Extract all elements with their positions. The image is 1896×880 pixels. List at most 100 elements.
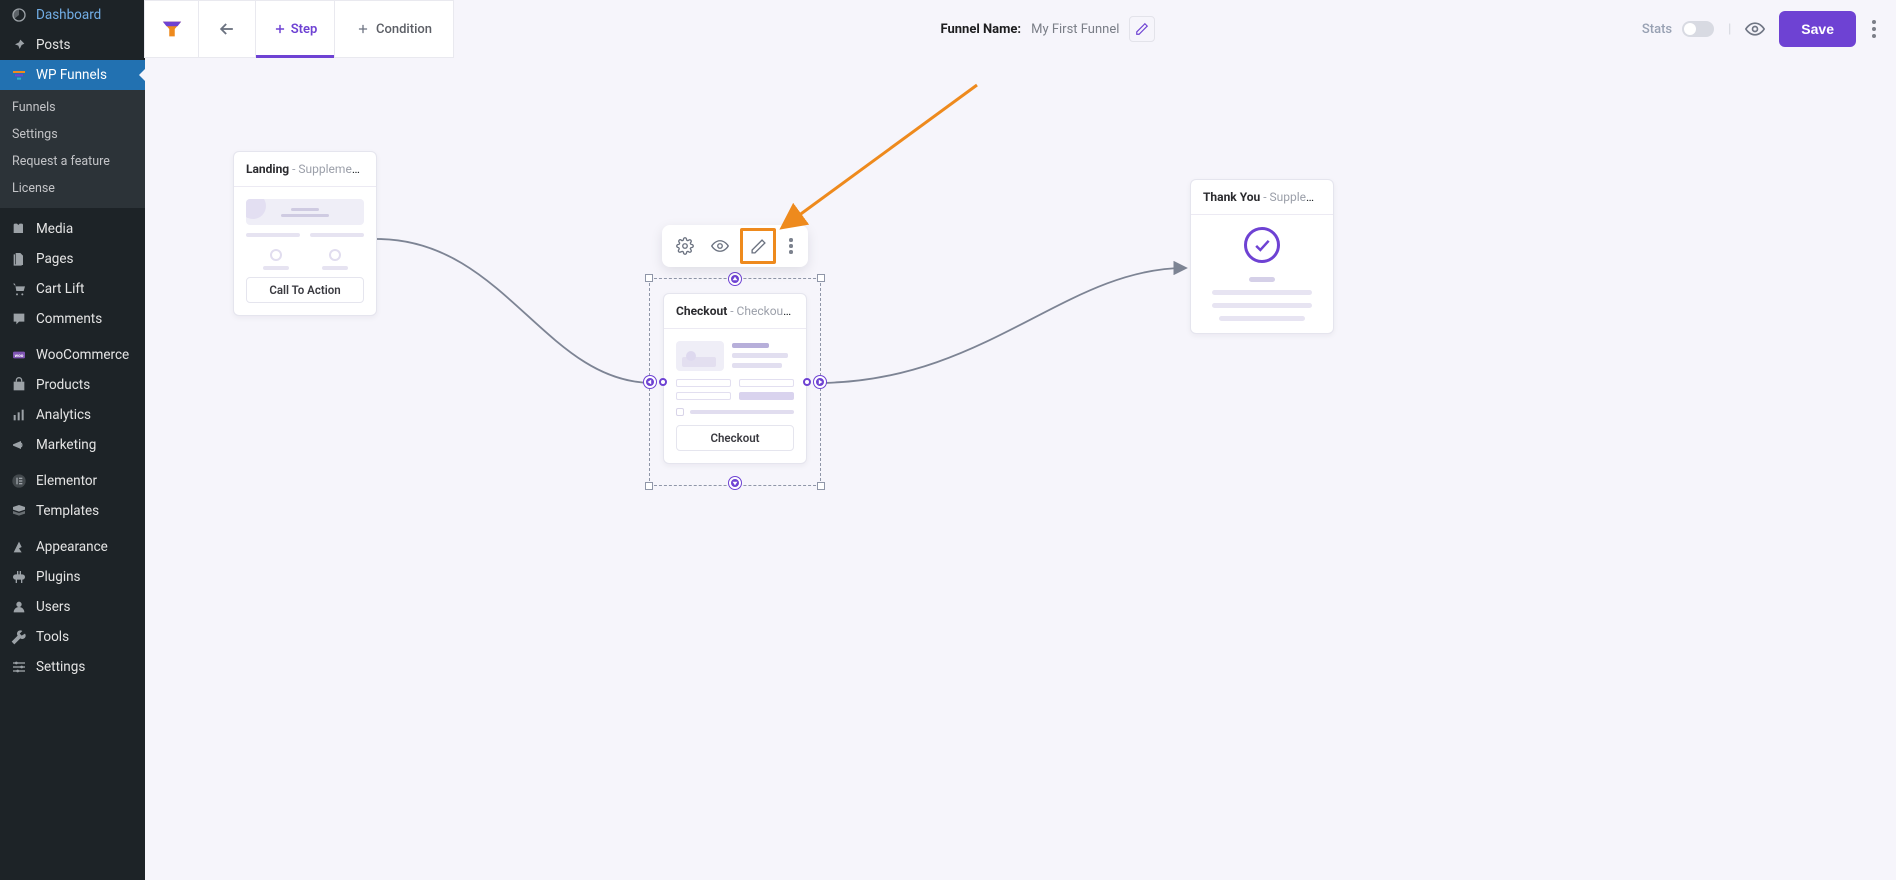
- node-edit-button[interactable]: [740, 228, 776, 264]
- sidebar-item-label: Plugins: [36, 569, 81, 585]
- node-checkout[interactable]: Checkout - Checkout Step Checkout: [663, 293, 807, 464]
- plugins-icon: [10, 569, 28, 585]
- kebab-icon: [789, 238, 793, 254]
- sidebar-item-label: Tools: [36, 629, 69, 645]
- sidebar-item-plugins[interactable]: Plugins: [0, 562, 145, 592]
- stats-toggle-group: Stats: [1642, 21, 1714, 37]
- resize-handle-se[interactable]: [817, 482, 825, 490]
- port-top[interactable]: [729, 273, 741, 285]
- preview-button[interactable]: [1745, 19, 1765, 39]
- back-button[interactable]: [198, 0, 256, 58]
- arrow-left-icon: [217, 19, 237, 39]
- plus-icon: [356, 22, 370, 36]
- add-step-label: Step: [291, 22, 318, 37]
- port-bottom[interactable]: [729, 477, 741, 489]
- node-thankyou-subtitle: - Supplement T…: [1260, 190, 1333, 204]
- node-landing-subtitle: - Supplement La…: [289, 162, 376, 176]
- app-logo-tab[interactable]: [144, 0, 199, 58]
- node-checkout-subtitle: - Checkout Step: [727, 304, 806, 318]
- sidebar-item-dashboard[interactable]: Dashboard: [0, 0, 145, 30]
- node-landing-preview: [234, 187, 376, 277]
- topbar-right: Stats | Save: [1642, 11, 1896, 47]
- funnel-canvas[interactable]: Landing - Supplement La… Call To Action …: [145, 5, 1896, 880]
- funnel-title-area: Funnel Name: My First Funnel: [454, 16, 1642, 42]
- funnel-editor: Step Condition Funnel Name: My First Fun…: [145, 0, 1896, 880]
- sidebar-item-label: Users: [36, 599, 70, 615]
- node-landing[interactable]: Landing - Supplement La… Call To Action: [233, 151, 377, 316]
- stats-label: Stats: [1642, 22, 1672, 37]
- eye-icon: [1745, 19, 1765, 39]
- topbar-more-menu[interactable]: [1870, 14, 1878, 44]
- stats-toggle[interactable]: [1682, 21, 1714, 37]
- sidebar-item-label: Comments: [36, 311, 102, 327]
- resize-handle-nw[interactable]: [645, 274, 653, 282]
- sidebar-item-label: WP Funnels: [36, 67, 107, 83]
- port-right-inner[interactable]: [803, 378, 811, 386]
- resize-handle-ne[interactable]: [817, 274, 825, 282]
- node-settings-button[interactable]: [671, 232, 699, 260]
- comment-icon: [10, 311, 28, 327]
- node-thankyou[interactable]: Thank You - Supplement T…: [1190, 179, 1334, 334]
- sidebar-item-media[interactable]: Media: [0, 214, 145, 244]
- sidebar-subitem-settings[interactable]: Settings: [0, 121, 145, 148]
- media-icon: [10, 221, 28, 237]
- users-icon: [10, 599, 28, 615]
- sidebar-subitem-license[interactable]: License: [0, 175, 145, 202]
- edit-funnel-name-button[interactable]: [1129, 16, 1155, 42]
- sidebar-item-analytics[interactable]: Analytics: [0, 400, 145, 430]
- plus-icon: [273, 22, 287, 36]
- sidebar-item-cart-lift[interactable]: Cart Lift: [0, 274, 145, 304]
- port-left[interactable]: [644, 376, 656, 388]
- sidebar-item-elementor[interactable]: Elementor: [0, 466, 145, 496]
- sidebar-item-label: Pages: [36, 251, 74, 267]
- sidebar-item-pages[interactable]: Pages: [0, 244, 145, 274]
- sidebar-item-settings[interactable]: Settings: [0, 652, 145, 682]
- sidebar-item-appearance[interactable]: Appearance: [0, 532, 145, 562]
- sidebar-item-label: Posts: [36, 37, 70, 53]
- save-button[interactable]: Save: [1779, 11, 1856, 47]
- sidebar-item-label: Templates: [36, 503, 99, 519]
- pages-icon: [10, 251, 28, 267]
- settings-icon: [10, 659, 28, 675]
- sidebar-item-label: Products: [36, 377, 90, 393]
- tools-icon: [10, 629, 28, 645]
- port-right[interactable]: [814, 376, 826, 388]
- node-preview-button[interactable]: [706, 232, 734, 260]
- sidebar-item-comments[interactable]: Comments: [0, 304, 145, 334]
- sidebar-item-posts[interactable]: Posts: [0, 30, 145, 60]
- wp-admin-sidebar: DashboardPostsWP FunnelsFunnelsSettingsR…: [0, 0, 145, 880]
- sidebar-item-label: Marketing: [36, 437, 96, 453]
- appearance-icon: [10, 539, 28, 555]
- port-left-inner[interactable]: [659, 378, 667, 386]
- sidebar-item-label: Appearance: [36, 539, 108, 555]
- sidebar-item-woocommerce[interactable]: woo WooCommerce: [0, 340, 145, 370]
- svg-text:woo: woo: [15, 354, 24, 359]
- sidebar-subitem-request-a-feature[interactable]: Request a feature: [0, 148, 145, 175]
- templates-icon: [10, 503, 28, 519]
- add-condition-tab[interactable]: Condition: [334, 0, 454, 58]
- resize-handle-sw[interactable]: [645, 482, 653, 490]
- sidebar-item-label: WooCommerce: [36, 347, 129, 363]
- sidebar-item-tools[interactable]: Tools: [0, 622, 145, 652]
- sidebar-item-users[interactable]: Users: [0, 592, 145, 622]
- marketing-icon: [10, 437, 28, 453]
- sidebar-item-templates[interactable]: Templates: [0, 496, 145, 526]
- checkmark-icon: [1244, 227, 1280, 263]
- gauge-icon: [10, 7, 28, 23]
- elementor-icon: [10, 473, 28, 489]
- node-more-button[interactable]: [783, 232, 799, 260]
- sidebar-submenu: FunnelsSettingsRequest a featureLicense: [0, 90, 145, 208]
- woo-icon: woo: [10, 347, 28, 363]
- node-thankyou-title: Thank You: [1203, 190, 1260, 204]
- editor-topbar: Step Condition Funnel Name: My First Fun…: [145, 0, 1896, 58]
- sidebar-item-wp-funnels[interactable]: WP Funnels: [0, 60, 145, 90]
- node-checkout-preview: [664, 329, 806, 425]
- add-step-tab[interactable]: Step: [255, 0, 335, 58]
- connectors: [145, 5, 1896, 880]
- sidebar-item-marketing[interactable]: Marketing: [0, 430, 145, 460]
- node-checkout-cta: Checkout: [676, 425, 794, 451]
- sidebar-item-products[interactable]: Products: [0, 370, 145, 400]
- sidebar-subitem-funnels[interactable]: Funnels: [0, 94, 145, 121]
- node-landing-cta: Call To Action: [246, 277, 364, 303]
- node-thankyou-header: Thank You - Supplement T…: [1191, 180, 1333, 215]
